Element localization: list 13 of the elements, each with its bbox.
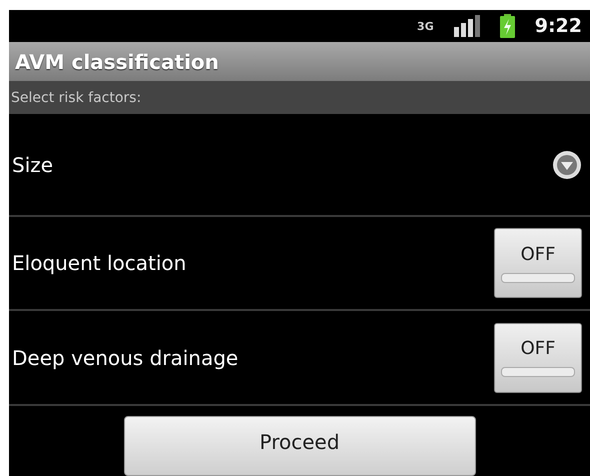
network-type-indicator: 3G (417, 20, 434, 32)
app-title: AVM classification (15, 50, 219, 74)
dropdown-icon[interactable] (552, 150, 582, 180)
toggle-button[interactable]: OFF (494, 322, 582, 393)
row-label: Size (12, 152, 54, 177)
battery-icon (500, 14, 515, 38)
proceed-button[interactable]: Proceed (124, 416, 476, 476)
toggle-button[interactable]: OFF (494, 228, 582, 298)
row-label: Deep venous drainage (12, 346, 238, 370)
clock: 9:22 (534, 15, 582, 38)
subheader: Select risk factors: (11, 90, 142, 106)
row-label: Eloquent location (12, 251, 186, 276)
signal-icon (454, 15, 480, 38)
